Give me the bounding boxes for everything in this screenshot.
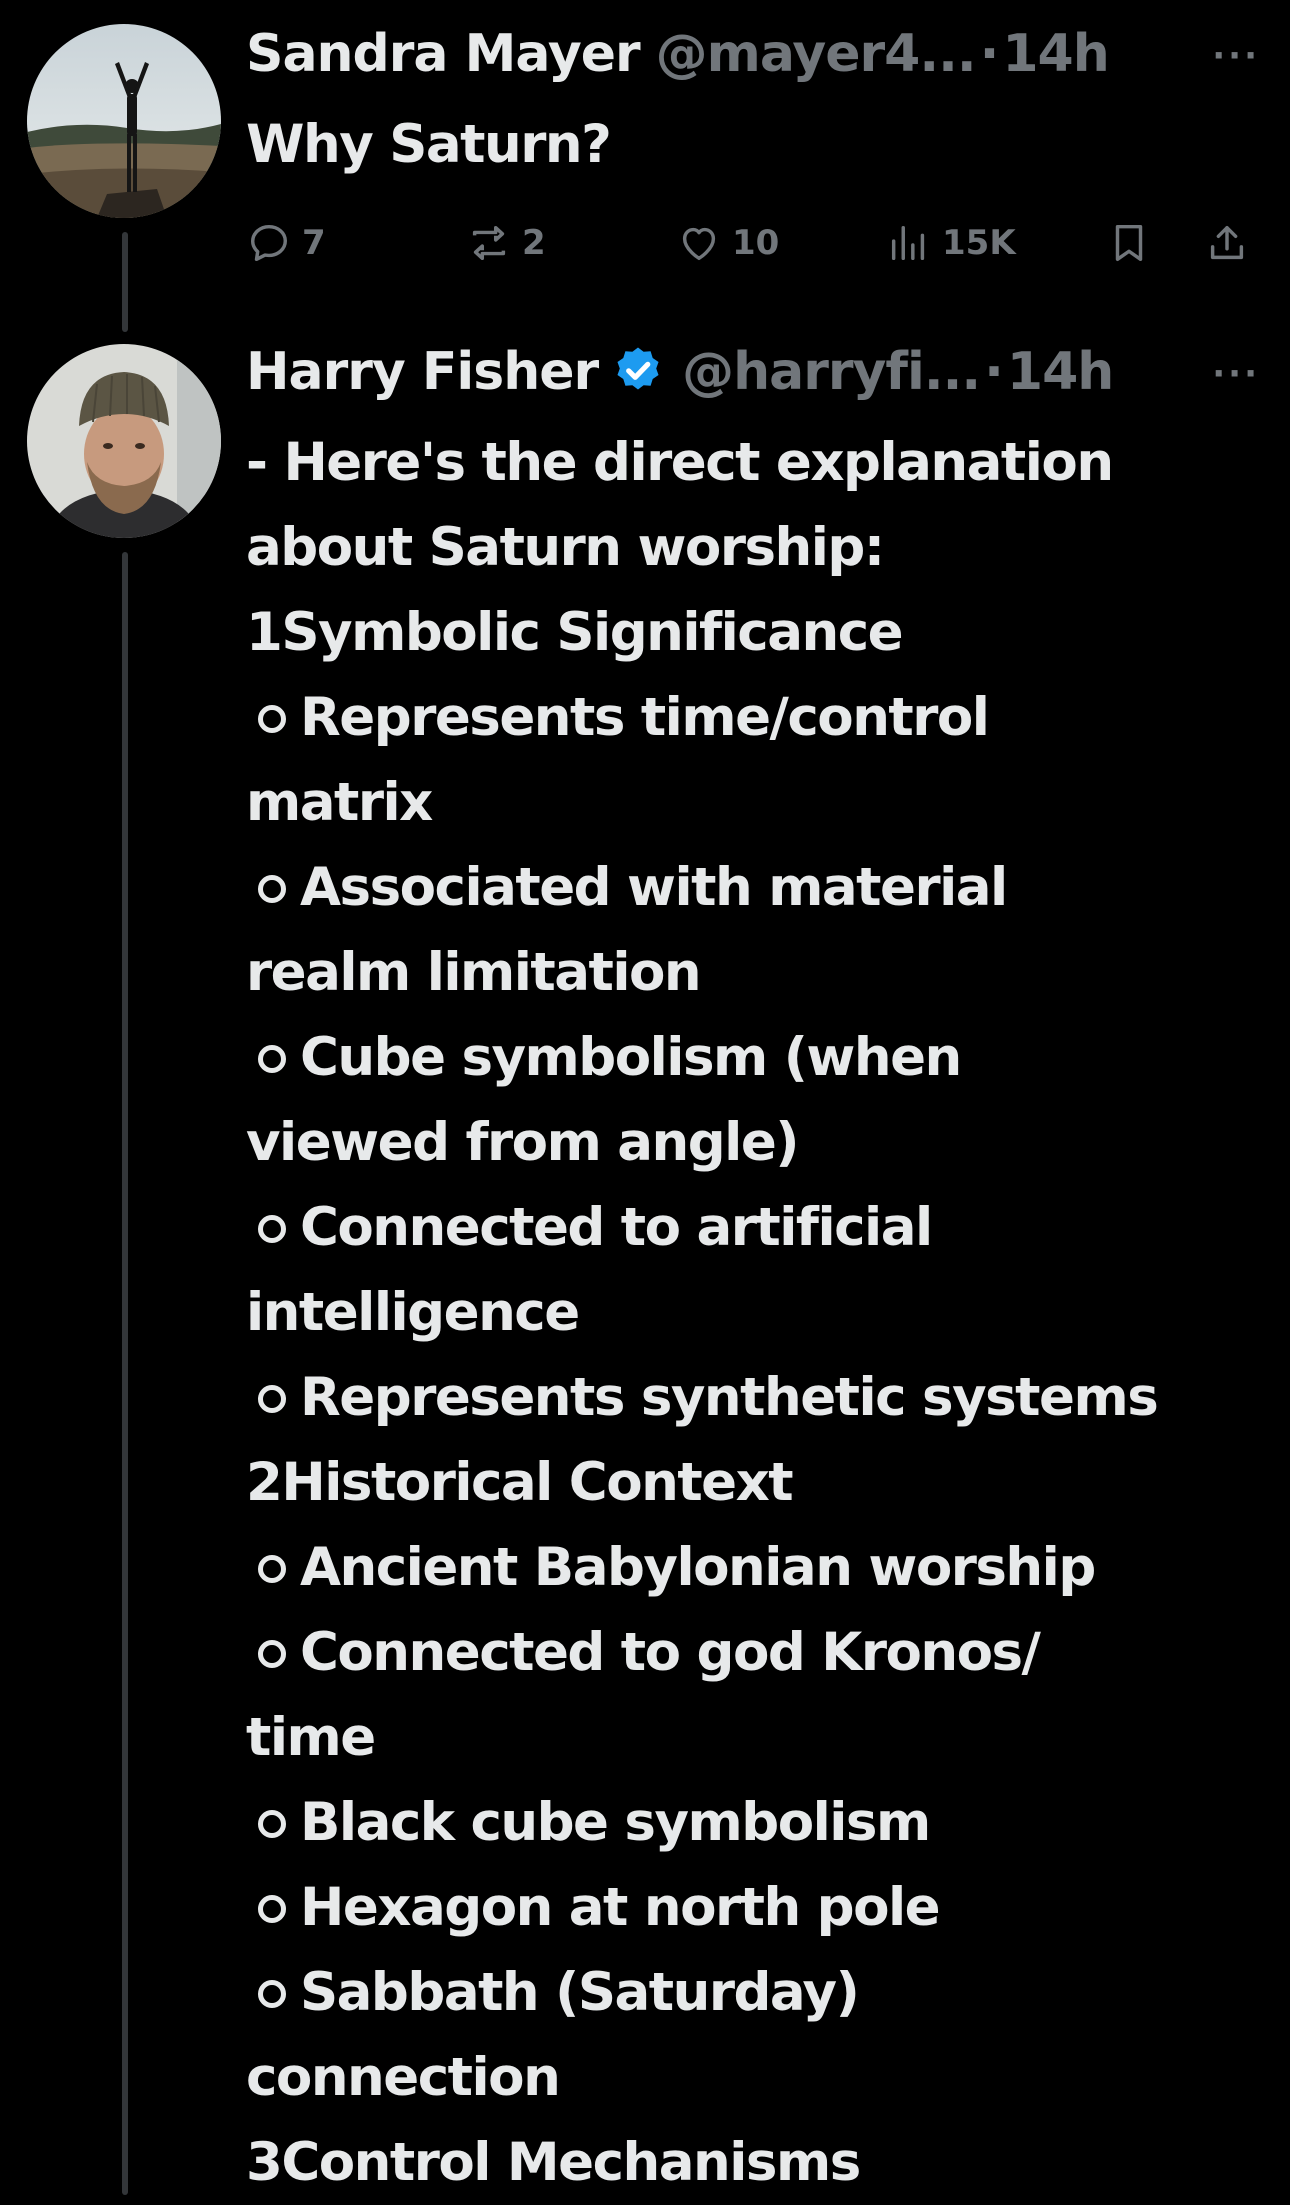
tweet-text-line: - Here's the direct explanation (246, 432, 1114, 493)
like-count: 10 (732, 223, 780, 263)
circle-bullet-icon (258, 1980, 286, 2008)
circle-bullet-icon (258, 1810, 286, 1838)
list-item: Connected to artificial (246, 1185, 1157, 1270)
avatar-harry-fisher[interactable] (27, 344, 221, 538)
heart-icon (682, 227, 716, 261)
tweet2-header: Harry Fisher @harryfi... · 14h (246, 342, 1114, 402)
more-options-icon[interactable]: ··· (1212, 354, 1260, 394)
repost-icon (472, 225, 506, 261)
author-handle[interactable]: @mayer4... (656, 24, 977, 84)
tweet-text-line: intelligence (246, 1282, 580, 1343)
tweet1-action-bar: 7 2 10 15K (246, 213, 1256, 273)
thread-connector-line (122, 552, 128, 2195)
avatar-portrait-image (27, 344, 221, 538)
list-item: Sabbath (Saturday) (246, 1950, 1157, 2035)
list-item-text: Connected to god Kronos/ (300, 1622, 1041, 1683)
author-name[interactable]: Harry Fisher (246, 342, 599, 402)
tweet-text-line: matrix (246, 772, 433, 833)
bookmark-button[interactable] (1106, 213, 1162, 273)
tweet1-text: Why Saturn? (246, 102, 612, 187)
tweet2-text[interactable]: - Here's the direct explanation about Sa… (246, 420, 1159, 2205)
tweet-text-line: connection (246, 2047, 561, 2108)
list-item: Represents synthetic systems (246, 1355, 1159, 1440)
thread-connector-line (122, 232, 128, 332)
circle-bullet-icon (258, 1385, 286, 1413)
tweet-text-line: 3Control Mechanisms (246, 2132, 861, 2193)
share-icon (1210, 225, 1244, 260)
circle-bullet-icon (258, 1640, 286, 1668)
author-name[interactable]: Sandra Mayer (246, 24, 641, 84)
list-item-text: Represents synthetic systems (300, 1367, 1159, 1428)
tweet-text-line: realm limitation (246, 942, 702, 1003)
like-button[interactable]: 10 (676, 213, 779, 273)
more-options-icon[interactable]: ··· (1212, 36, 1260, 76)
circle-bullet-icon (258, 1045, 286, 1073)
circle-bullet-icon (258, 705, 286, 733)
list-item: Connected to god Kronos/ (246, 1610, 1157, 1695)
tweet-text-line: 1Symbolic Significance (246, 602, 904, 663)
list-item-text: Represents time/control (300, 687, 990, 748)
tweet1-header: Sandra Mayer @mayer4... · 14h (246, 24, 1110, 84)
list-item: Black cube symbolism (246, 1780, 1157, 1865)
list-item-text: Ancient Babylonian worship (300, 1537, 1096, 1598)
views-count: 15K (942, 223, 1016, 263)
list-item: Cube symbolism (when (246, 1015, 1157, 1100)
reply-count: 7 (302, 223, 326, 263)
list-item-text: Hexagon at north pole (300, 1877, 941, 1938)
author-handle[interactable]: @harryfi... (682, 342, 981, 402)
list-item-text: Sabbath (Saturday) (300, 1962, 860, 2023)
avatar-sandra-mayer[interactable] (27, 24, 221, 218)
views-button[interactable]: 15K (886, 213, 1016, 273)
tweet-text-line: Why Saturn? (246, 114, 612, 175)
circle-bullet-icon (258, 875, 286, 903)
reply-icon (250, 224, 288, 262)
list-item-text: Associated with material (300, 857, 1008, 918)
list-item: Associated with material (246, 845, 1157, 930)
circle-bullet-icon (258, 1895, 286, 1923)
views-chart-icon (891, 225, 925, 261)
separator-dot: · (979, 24, 1000, 84)
verified-badge-icon[interactable] (610, 344, 666, 400)
tweet-text-line: time (246, 1707, 376, 1768)
circle-bullet-icon (258, 1215, 286, 1243)
bookmark-icon (1115, 224, 1143, 262)
reply-button[interactable]: 7 (246, 213, 326, 273)
repost-count: 2 (522, 223, 546, 263)
timestamp[interactable]: 14h (1002, 24, 1109, 84)
timestamp[interactable]: 14h (1007, 342, 1114, 402)
share-button[interactable] (1204, 213, 1260, 273)
list-item: Hexagon at north pole (246, 1865, 1157, 1950)
tweet-text-line: about Saturn worship: (246, 517, 885, 578)
list-item: Ancient Babylonian worship (246, 1525, 1157, 1610)
list-item-text: Connected to artificial (300, 1197, 933, 1258)
circle-bullet-icon (258, 1555, 286, 1583)
avatar-landscape-image (27, 24, 221, 218)
list-item: Represents time/control (246, 675, 1157, 760)
tweet-text-line: 2Historical Context (246, 1452, 794, 1513)
repost-button[interactable]: 2 (466, 213, 546, 273)
tweet-text-line: viewed from angle) (246, 1112, 800, 1173)
separator-dot: · (984, 342, 1004, 402)
list-item-text: Cube symbolism (when (300, 1027, 962, 1088)
list-item-text: Black cube symbolism (300, 1792, 931, 1853)
